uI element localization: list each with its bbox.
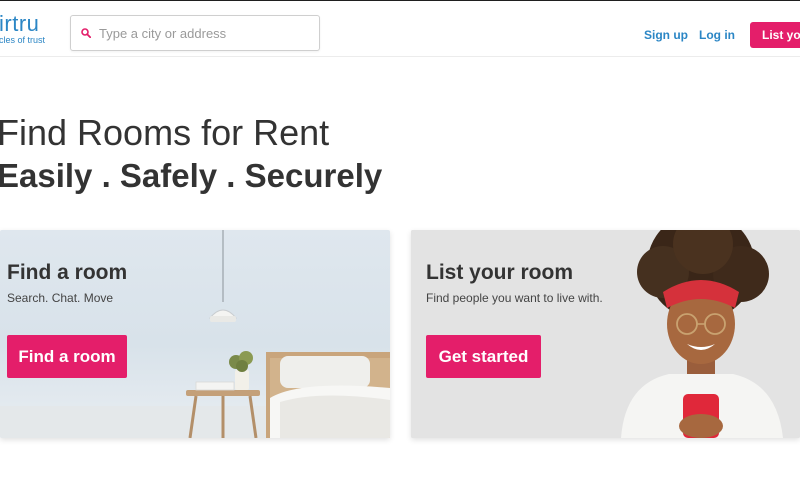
list-room-card-description: Find people you want to live with. xyxy=(426,291,603,305)
login-link[interactable]: Log in xyxy=(699,28,735,42)
search-icon xyxy=(81,28,91,38)
logo-wordmark: irtru xyxy=(0,11,40,36)
get-started-button[interactable]: Get started xyxy=(426,335,541,378)
find-room-card-description: Search. Chat. Move xyxy=(7,291,114,305)
hero-subtitle: Easily . Safely . Securely xyxy=(0,157,383,194)
hero-title: Find Rooms for Rent xyxy=(0,112,330,153)
logo-tagline: cles of trust xyxy=(0,35,46,45)
list-room-card-title: List your room xyxy=(426,261,574,284)
list-room-card: List your room Find people you want to l… xyxy=(411,230,800,438)
logo[interactable]: irtru cles of trust xyxy=(0,13,45,46)
find-a-room-button[interactable]: Find a room xyxy=(7,335,127,378)
site-header: irtru cles of trust Sign up Log in List … xyxy=(0,1,800,57)
find-room-card: Find a room Search. Chat. Move Find a ro… xyxy=(0,230,390,438)
list-your-room-button[interactable]: List you xyxy=(750,22,800,48)
search-box[interactable] xyxy=(70,15,320,51)
find-room-card-title: Find a room xyxy=(7,261,128,284)
search-input[interactable] xyxy=(99,16,315,50)
signup-link[interactable]: Sign up xyxy=(644,28,688,42)
